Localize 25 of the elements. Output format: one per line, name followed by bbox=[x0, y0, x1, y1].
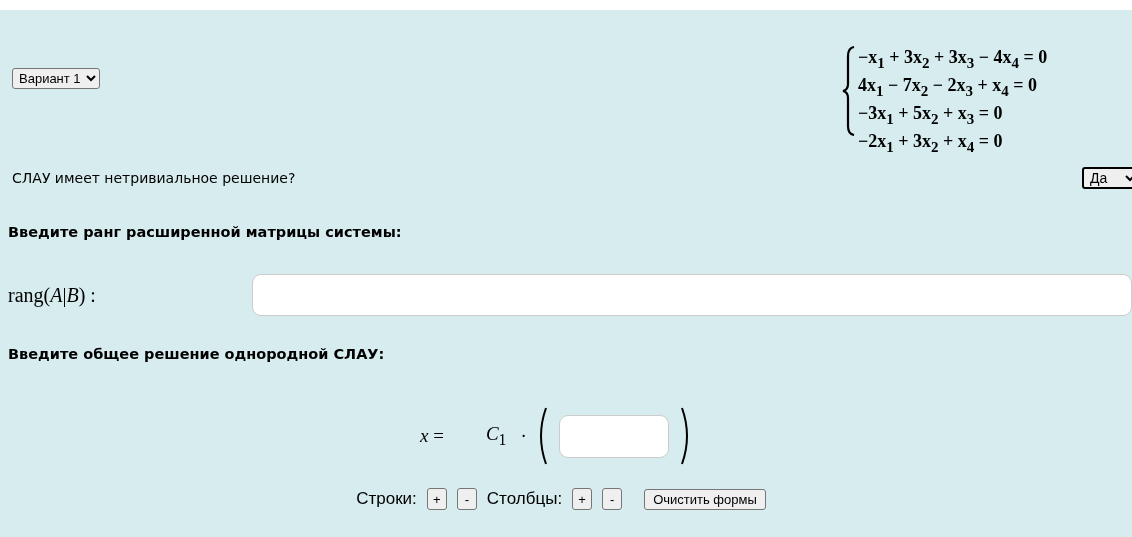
columns-button[interactable]: - bbox=[602, 488, 623, 510]
dot-operator: · bbox=[520, 425, 527, 447]
answer-select[interactable]: Да bbox=[1082, 167, 1132, 189]
section-heading: Введите ранг расширенной матрицы системы: bbox=[8, 224, 403, 240]
left-paren-icon bbox=[538, 407, 547, 465]
section-heading: Введите общее решение однородной СЛАУ: bbox=[8, 346, 386, 362]
vector-input-field[interactable] bbox=[558, 414, 669, 458]
equation: −2x$_{1}$ + 3x$_{2}$ + x$_{4}$ = 0 bbox=[858, 130, 1004, 157]
math-expression: x = bbox=[420, 425, 444, 447]
columns-button[interactable]: + bbox=[572, 488, 593, 510]
clear-button[interactable]: Очистить формы bbox=[644, 488, 766, 510]
equation: 4x$_{1}$ − 7x$_{2}$ − 2x$_{3}$ + x$_{4}$ = 0 bbox=[858, 74, 1039, 101]
question-label: СЛАУ имеет нетривиальное решение? bbox=[12, 170, 296, 186]
equation: −3x$_{1}$ + 5x$_{2}$ + x$_{3}$ = 0 bbox=[858, 102, 1004, 129]
rank-input-field[interactable] bbox=[252, 274, 1132, 316]
variant-select[interactable]: Вариант 1 bbox=[12, 68, 100, 89]
brace-icon bbox=[842, 46, 856, 136]
rows-button[interactable]: + bbox=[426, 488, 447, 510]
equation: −x$_{1}$ + 3x$_{2}$ + 3x$_{3}$ − 4x$_{4}$ = 0 bbox=[858, 46, 1048, 73]
rows-label: Строки: bbox=[356, 489, 417, 509]
math-expression: C$_{1}$ bbox=[485, 423, 507, 449]
right-paren-icon bbox=[680, 407, 689, 465]
rows-button[interactable]: - bbox=[456, 488, 477, 510]
rank-label: rang(A|B) : bbox=[8, 283, 97, 307]
columns-label: Столбцы: bbox=[486, 489, 563, 509]
